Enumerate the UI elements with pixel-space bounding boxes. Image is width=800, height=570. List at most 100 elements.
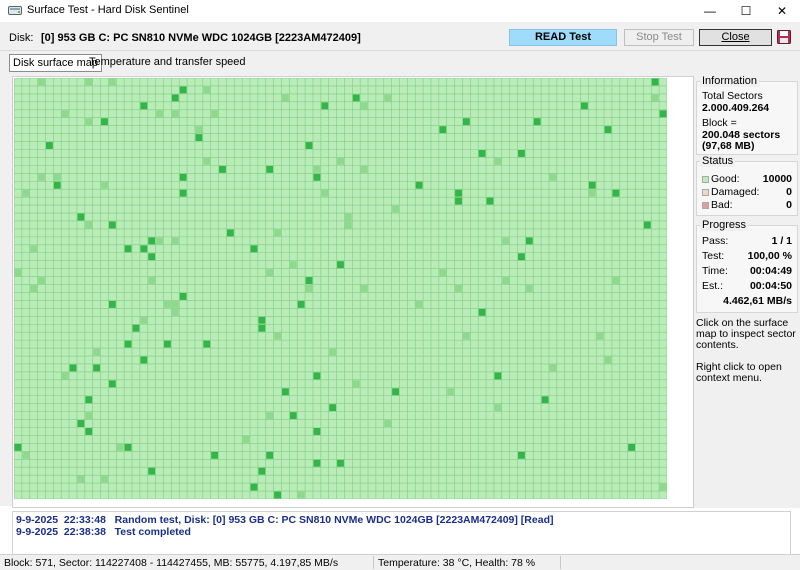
surface-block[interactable] <box>14 269 22 277</box>
surface-block[interactable] <box>85 396 93 404</box>
surface-block[interactable] <box>226 229 234 237</box>
surface-block[interactable] <box>297 491 305 499</box>
surface-block[interactable] <box>337 261 344 269</box>
surface-block[interactable] <box>502 237 510 245</box>
surface-block[interactable] <box>250 245 258 253</box>
surface-block[interactable] <box>179 173 187 181</box>
stop-test-button[interactable]: Stop Test <box>624 29 694 46</box>
surface-block[interactable] <box>305 142 313 149</box>
surface-block[interactable] <box>148 277 156 285</box>
surface-block[interactable] <box>337 157 344 165</box>
surface-block[interactable] <box>116 443 124 451</box>
surface-block[interactable] <box>77 420 85 428</box>
surface-block[interactable] <box>85 221 93 229</box>
surface-block[interactable] <box>242 435 250 443</box>
surface-block[interactable] <box>93 348 101 356</box>
surface-block[interactable] <box>274 229 281 237</box>
surface-block[interactable] <box>171 110 179 118</box>
surface-block[interactable] <box>108 300 116 308</box>
surface-block[interactable] <box>108 78 116 86</box>
surface-block[interactable] <box>85 78 93 86</box>
surface-block[interactable] <box>124 340 132 348</box>
surface-block[interactable] <box>250 483 258 491</box>
surface-block[interactable] <box>462 332 470 340</box>
surface-block[interactable] <box>344 213 352 221</box>
surface-block[interactable] <box>289 412 297 420</box>
surface-block[interactable] <box>439 126 447 134</box>
surface-block[interactable] <box>525 285 533 292</box>
surface-block[interactable] <box>549 364 557 372</box>
surface-block[interactable] <box>266 269 274 277</box>
surface-block[interactable] <box>171 94 179 102</box>
surface-block[interactable] <box>148 467 156 475</box>
surface-block[interactable] <box>289 261 297 269</box>
surface-block[interactable] <box>148 253 156 261</box>
surface-block[interactable] <box>651 94 659 102</box>
surface-block[interactable] <box>281 388 289 396</box>
surface-block[interactable] <box>195 134 203 142</box>
surface-block[interactable] <box>156 237 163 245</box>
surface-block[interactable] <box>140 316 148 324</box>
surface-block[interactable] <box>77 213 85 221</box>
surface-block[interactable] <box>305 277 313 285</box>
surface-block[interactable] <box>148 237 156 245</box>
surface-block[interactable] <box>360 165 368 173</box>
surface-block[interactable] <box>392 388 400 396</box>
surface-block[interactable] <box>203 340 211 348</box>
surface-block[interactable] <box>525 237 533 245</box>
surface-block[interactable] <box>258 324 266 332</box>
surface-block[interactable] <box>360 285 368 292</box>
surface-block[interactable] <box>219 165 226 173</box>
surface-block[interactable] <box>596 332 604 340</box>
surface-block[interactable] <box>337 459 344 467</box>
surface-block[interactable] <box>313 459 321 467</box>
surface-block[interactable] <box>53 181 61 189</box>
surface-block[interactable] <box>53 173 61 181</box>
surface-block[interactable] <box>541 396 549 404</box>
surface-block[interactable] <box>360 102 368 110</box>
surface-block[interactable] <box>659 110 667 118</box>
surface-block[interactable] <box>258 316 266 324</box>
surface-block[interactable] <box>108 221 116 229</box>
surface-block[interactable] <box>30 285 38 292</box>
surface-block[interactable] <box>321 102 329 110</box>
surface-block[interactable] <box>518 451 525 459</box>
surface-block[interactable] <box>140 245 148 253</box>
surface-block[interactable] <box>462 118 470 126</box>
surface-block[interactable] <box>38 173 45 181</box>
surface-block[interactable] <box>266 165 274 173</box>
surface-block[interactable] <box>486 197 494 205</box>
tab-temperature-transfer[interactable]: Temperature and transfer speed <box>86 54 249 70</box>
surface-block[interactable] <box>580 102 588 110</box>
surface-block[interactable] <box>313 165 321 173</box>
surface-block[interactable] <box>313 372 321 380</box>
surface-block[interactable] <box>124 443 132 451</box>
surface-block[interactable] <box>171 237 179 245</box>
surface-block[interactable] <box>502 277 510 285</box>
surface-block[interactable] <box>171 308 179 316</box>
surface-block[interactable] <box>604 356 612 364</box>
surface-block[interactable] <box>518 149 525 157</box>
surface-block[interactable] <box>179 189 187 197</box>
surface-block[interactable] <box>439 269 447 277</box>
surface-block[interactable] <box>329 348 337 356</box>
surface-block[interactable] <box>612 189 620 197</box>
surface-block[interactable] <box>352 380 360 388</box>
surface-block[interactable] <box>518 253 525 261</box>
surface-block[interactable] <box>85 412 93 420</box>
surface-block[interactable] <box>274 332 281 340</box>
surface-block[interactable] <box>45 142 53 149</box>
surface-block[interactable] <box>69 364 77 372</box>
surface-block[interactable] <box>352 94 360 102</box>
surface-block[interactable] <box>274 491 281 499</box>
surface-block[interactable] <box>93 364 101 372</box>
surface-block[interactable] <box>329 404 337 412</box>
surface-block[interactable] <box>22 189 30 197</box>
surface-block[interactable] <box>163 300 171 308</box>
surface-block[interactable] <box>651 78 659 86</box>
maximize-button[interactable]: ☐ <box>728 0 764 22</box>
surface-block[interactable] <box>38 78 45 86</box>
surface-block[interactable] <box>305 285 313 292</box>
surface-block[interactable] <box>533 118 541 126</box>
surface-block[interactable] <box>258 467 266 475</box>
